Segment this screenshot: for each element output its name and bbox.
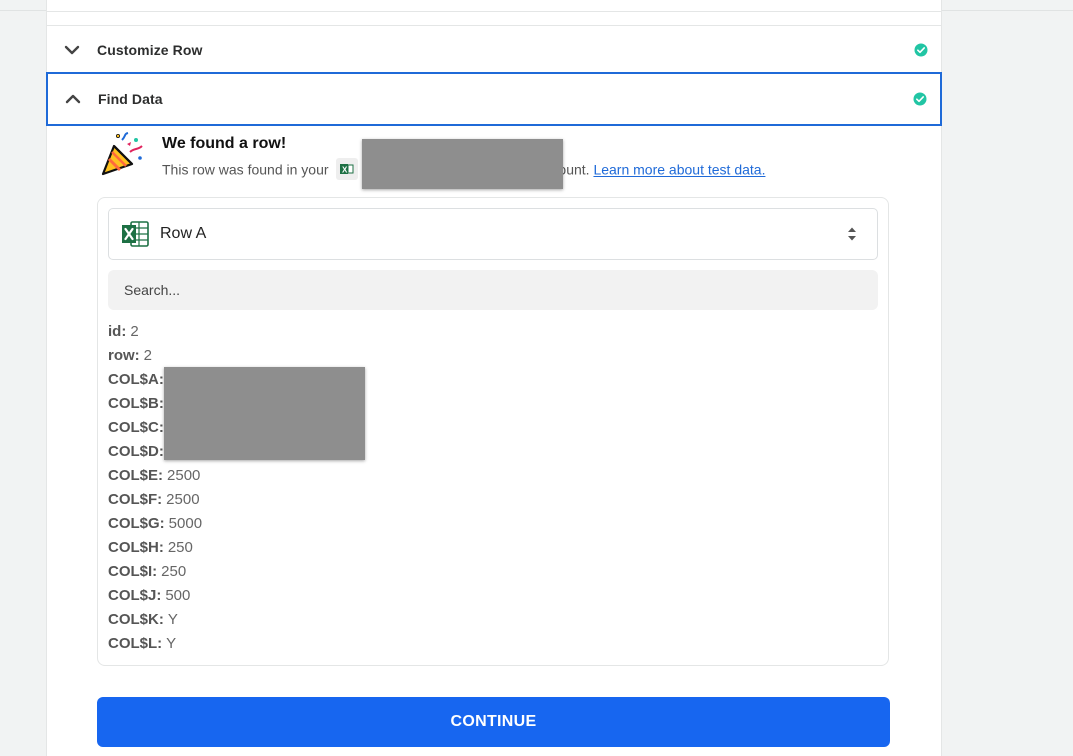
- continue-button[interactable]: CONTINUE: [97, 697, 890, 747]
- field-row: COL$L: Y: [108, 632, 868, 656]
- check-circle-icon: [900, 92, 940, 106]
- field-row: COL$K: Y: [108, 608, 868, 632]
- search-field[interactable]: [108, 270, 878, 310]
- redaction-block: [164, 367, 365, 460]
- field-value: 2: [143, 347, 153, 364]
- field-row: COL$E: 2500: [108, 464, 868, 488]
- step-title-find: Find Data: [98, 91, 163, 107]
- step-customize-row[interactable]: Customize Row: [47, 25, 941, 73]
- party-popper-icon: [100, 132, 146, 178]
- field-row: COL$F: 2500: [108, 488, 868, 512]
- field-key: COL$L:: [108, 635, 163, 652]
- check-circle-icon: [901, 43, 941, 57]
- field-value: 250: [167, 539, 193, 556]
- field-key: COL$A:: [108, 371, 164, 388]
- step-title-customize: Customize Row: [97, 41, 203, 58]
- step-find-data[interactable]: Find Data: [46, 72, 942, 126]
- redaction-block: [362, 139, 563, 189]
- learn-more-link[interactable]: Learn more about test data.: [593, 162, 765, 178]
- field-value: 250: [161, 563, 187, 580]
- field-key: COL$I:: [108, 563, 158, 580]
- found-title: We found a row!: [162, 135, 287, 152]
- field-key: id:: [108, 323, 127, 340]
- field-key: row:: [108, 347, 140, 364]
- field-key: COL$J:: [108, 587, 162, 604]
- search-input[interactable]: [122, 281, 864, 299]
- field-value: 2500: [167, 467, 201, 484]
- chevron-up-icon: [48, 94, 98, 104]
- found-sub-before: This row was found in your: [162, 161, 329, 178]
- field-row: COL$I: 250: [108, 560, 868, 584]
- field-value: 500: [165, 587, 191, 604]
- field-value: 2500: [166, 491, 200, 508]
- field-row: COL$H: 250: [108, 536, 868, 560]
- panel-top-edge: [47, 0, 941, 12]
- field-key: COL$D:: [108, 443, 164, 460]
- field-value: 5000: [168, 515, 203, 532]
- found-sub-after: ount.: [558, 161, 590, 178]
- field-key: COL$E:: [108, 467, 164, 484]
- field-row: COL$J: 500: [108, 584, 868, 608]
- sort-arrows-icon: [827, 226, 877, 242]
- field-key: COL$G:: [108, 515, 165, 532]
- selected-row-label: Row A: [160, 225, 207, 242]
- field-row: row: 2: [108, 344, 868, 368]
- field-key: COL$B:: [108, 395, 164, 412]
- excel-icon: X: [336, 158, 359, 180]
- field-key: COL$K:: [108, 611, 164, 628]
- field-key: COL$F:: [108, 491, 163, 508]
- chevron-down-icon: [47, 45, 97, 55]
- field-row: id: 2: [108, 320, 868, 344]
- svg-text:X: X: [342, 166, 348, 175]
- field-key: COL$C:: [108, 419, 164, 436]
- field-value: Y: [166, 635, 177, 652]
- field-row: COL$G: 5000: [108, 512, 868, 536]
- field-value: 2: [130, 323, 139, 340]
- field-value: Y: [167, 611, 178, 628]
- excel-icon: [120, 219, 150, 249]
- field-key: COL$H:: [108, 539, 164, 556]
- record-select[interactable]: Row A: [108, 208, 878, 260]
